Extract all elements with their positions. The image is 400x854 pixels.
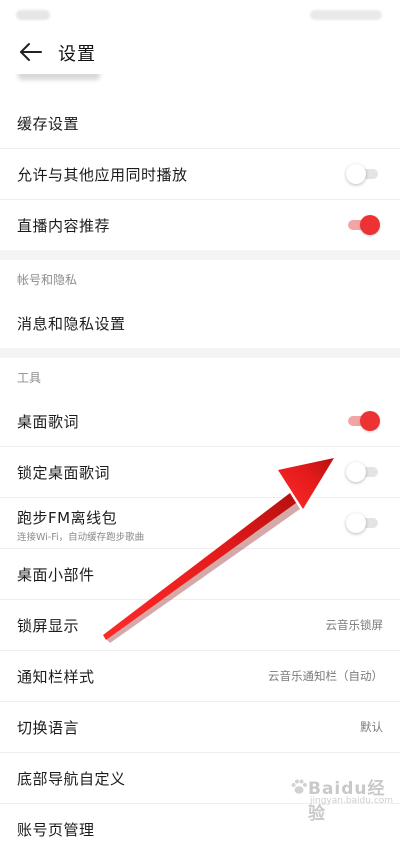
row-label: 锁定桌面歌词: [17, 464, 111, 482]
row-label: 桌面歌词: [17, 413, 80, 431]
section-title: 帐号和隐私: [17, 273, 78, 287]
section-header-tools: 工具: [0, 358, 400, 396]
row-label: 锁屏显示: [17, 617, 80, 635]
running-fm-toggle[interactable]: [346, 513, 380, 533]
row-label: 通知栏样式: [17, 668, 95, 686]
watermark-subtext: jingyan.baidu.com: [310, 796, 394, 806]
row-label: 桌面小部件: [17, 566, 95, 584]
settings-row-message-privacy[interactable]: 消息和隐私设置: [0, 298, 400, 348]
row-label: 缓存设置: [17, 115, 80, 133]
settings-group-account: 消息和隐私设置: [0, 298, 400, 348]
settings-row-notification-style[interactable]: 通知栏样式 云音乐通知栏（自动）: [0, 651, 400, 702]
settings-group-playback: 缓存设置 允许与其他应用同时播放 直播内容推荐: [0, 98, 400, 250]
row-label: 账号页管理: [17, 821, 95, 839]
row-label: 切换语言: [17, 719, 80, 737]
settings-row-cache[interactable]: 缓存设置: [0, 98, 400, 149]
settings-row-desktop-widget[interactable]: 桌面小部件: [0, 549, 400, 600]
status-bar: [0, 0, 400, 30]
row-value: 云音乐锁屏: [325, 618, 384, 632]
row-label: 直播内容推荐: [17, 217, 111, 235]
row-label: 消息和隐私设置: [17, 315, 126, 333]
section-title: 工具: [17, 371, 42, 385]
section-header-account: 帐号和隐私: [0, 260, 400, 298]
partially-hidden-row-text: [18, 74, 100, 80]
section-divider: [0, 348, 400, 358]
paw-icon: [291, 779, 307, 794]
watermark: Baidu经验 jingyan.baidu.com: [286, 772, 394, 824]
settings-row-live-recommend: 直播内容推荐: [0, 200, 400, 250]
partially-hidden-row: [0, 74, 400, 98]
row-value: 默认: [360, 720, 383, 734]
desktop-lyrics-toggle[interactable]: [346, 411, 380, 431]
live-recommend-toggle[interactable]: [346, 215, 380, 235]
settings-row-lock-desktop-lyrics: 锁定桌面歌词: [0, 447, 400, 498]
row-value: 云音乐通知栏（自动）: [268, 669, 383, 683]
row-sublabel: 连接Wi-Fi，自动缓存跑步歌曲: [17, 532, 145, 543]
row-label: 允许与其他应用同时播放: [17, 166, 188, 184]
arrow-left-icon[interactable]: [18, 39, 44, 65]
mix-playback-toggle[interactable]: [346, 164, 380, 184]
lock-desktop-lyrics-toggle[interactable]: [346, 462, 380, 482]
top-bar: 设置: [0, 30, 400, 74]
settings-row-lockscreen[interactable]: 锁屏显示 云音乐锁屏: [0, 600, 400, 651]
section-divider: [0, 250, 400, 260]
settings-row-language[interactable]: 切换语言 默认: [0, 702, 400, 753]
status-bar-time-blurred: [16, 10, 50, 20]
row-label: 底部导航自定义: [17, 770, 126, 788]
page-title: 设置: [58, 44, 96, 65]
status-bar-icons-blurred: [310, 10, 382, 20]
settings-row-mix-playback: 允许与其他应用同时播放: [0, 149, 400, 200]
row-label: 跑步FM离线包: [17, 509, 118, 527]
settings-row-running-fm: 跑步FM离线包 连接Wi-Fi，自动缓存跑步歌曲: [0, 498, 400, 549]
settings-row-desktop-lyrics: 桌面歌词: [0, 396, 400, 447]
